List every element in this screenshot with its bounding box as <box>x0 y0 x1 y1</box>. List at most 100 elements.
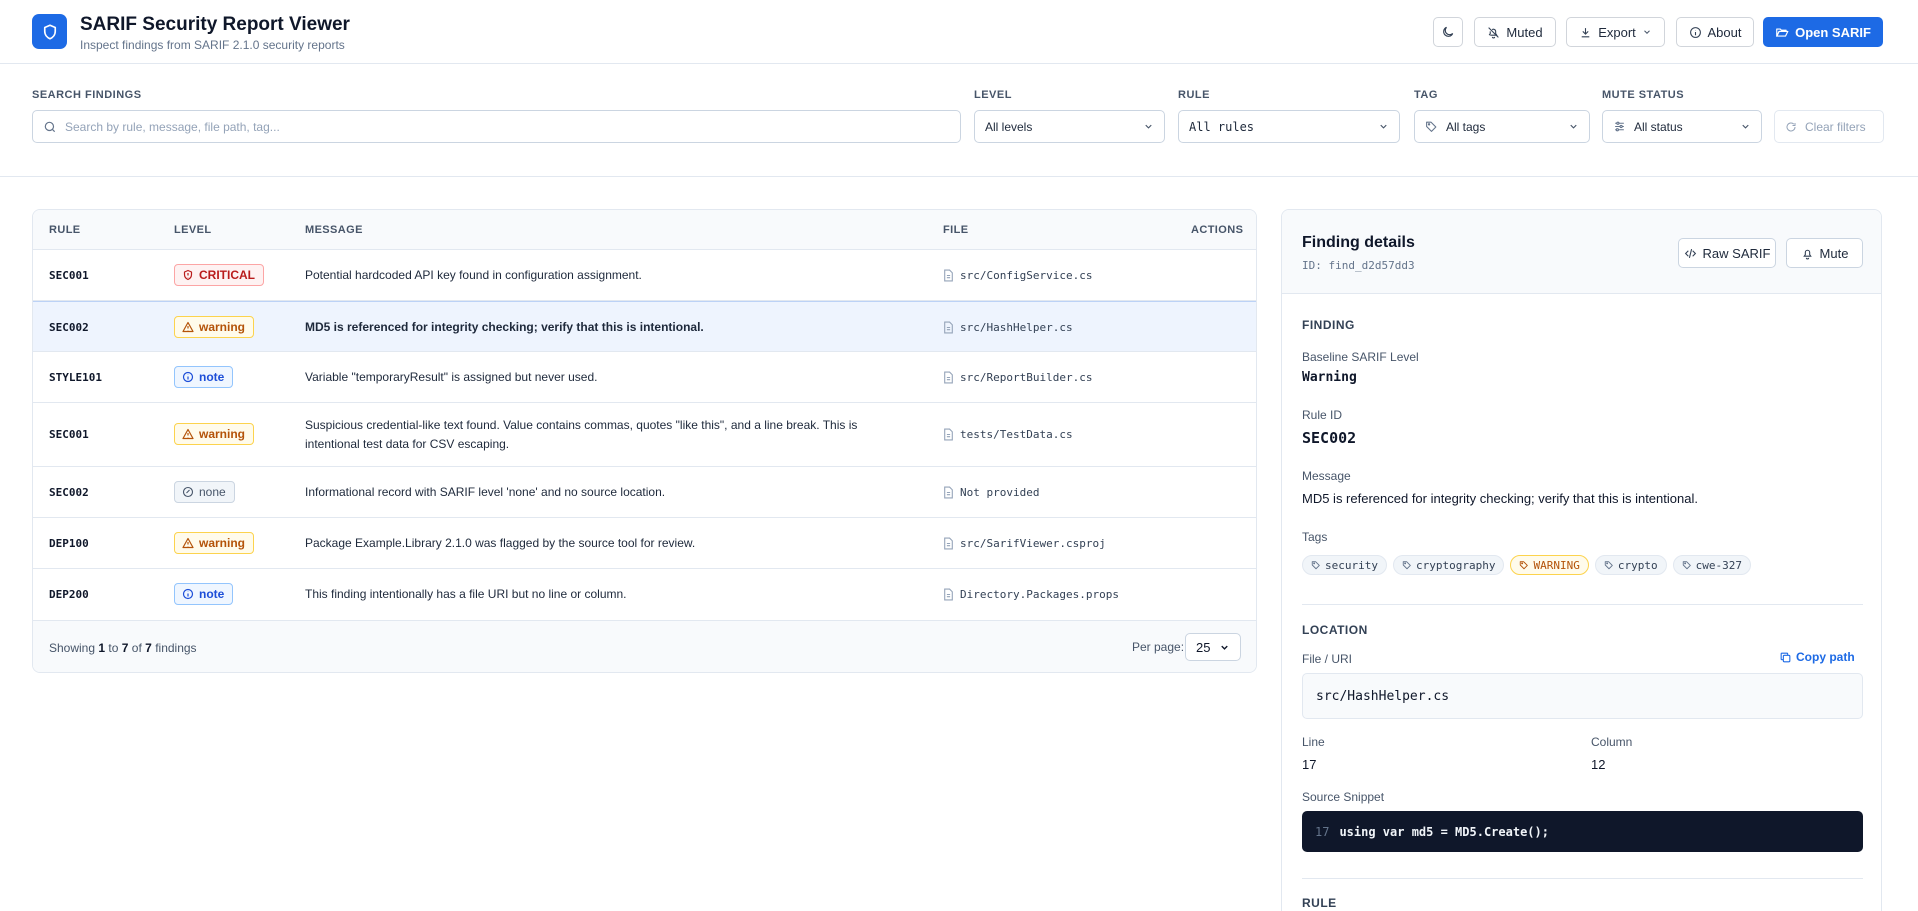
column-value: 12 <box>1591 757 1606 772</box>
file-icon <box>944 486 953 498</box>
theme-toggle-button[interactable] <box>1433 17 1463 47</box>
results-from: 1 <box>98 641 106 655</box>
tag-chip[interactable]: WARNING <box>1510 555 1589 575</box>
about-label: About <box>1707 24 1742 40</box>
file-path: src/ReportBuilder.cs <box>943 352 1092 402</box>
search-label: SEARCH FINDINGS <box>32 89 142 101</box>
rule-section-title: RULE <box>1302 896 1337 910</box>
refresh-icon <box>1786 122 1796 131</box>
tag-chip[interactable]: security <box>1302 555 1387 575</box>
snippet-code: using var md5 = MD5.Create(); <box>1339 824 1549 839</box>
file-path: src/SarifViewer.csproj <box>943 518 1106 568</box>
message-text: Informational record with SARIF level 'n… <box>305 484 666 499</box>
file-uri-value: src/HashHelper.cs <box>1302 673 1863 719</box>
tag-chip[interactable]: crypto <box>1594 555 1667 575</box>
search-input[interactable]: Search by rule, message, file path, tag.… <box>32 110 961 143</box>
section-divider <box>1302 604 1863 605</box>
level-badge: none <box>174 481 235 503</box>
copy-path-label: Copy path <box>1796 650 1855 664</box>
table-row[interactable]: SEC001 warning Suspicious credential-lik… <box>33 403 1256 467</box>
level-filter-value: All levels <box>985 119 1033 134</box>
line-label: Line <box>1302 735 1325 749</box>
mute-filter-select[interactable]: All status <box>1602 110 1762 143</box>
level-badge-label: none <box>199 485 226 499</box>
rule-id: STYLE101 <box>49 370 102 384</box>
file-path: src/ConfigService.cs <box>943 250 1092 300</box>
raw-sarif-button[interactable]: Raw SARIF <box>1678 238 1776 268</box>
location-section-title: LOCATION <box>1302 623 1368 637</box>
chevron-down-icon <box>1643 30 1650 34</box>
tag-chip[interactable]: cwe-327 <box>1672 555 1751 575</box>
search-placeholder: Search by rule, message, file path, tag.… <box>65 119 280 134</box>
column-header-file[interactable]: FILE <box>943 224 968 236</box>
table-row[interactable]: SEC002 none Informational record with SA… <box>33 467 1256 518</box>
baseline-level-value: Warning <box>1302 370 1357 385</box>
column-header-message[interactable]: MESSAGE <box>305 224 363 236</box>
per-page-value: 25 <box>1196 639 1211 655</box>
file-icon <box>944 269 953 281</box>
tag-label: security <box>1325 558 1378 572</box>
tag-label: WARNING <box>1533 558 1580 572</box>
level-badge: warning <box>174 532 255 554</box>
clear-filters-label: Clear filters <box>1805 119 1866 134</box>
results-count: Showing 1 to 7 of 7 findings <box>49 641 197 655</box>
table-row[interactable]: DEP100 warning Package Example.Library 2… <box>33 518 1256 569</box>
level-filter-label: LEVEL <box>974 89 1012 101</box>
code-icon <box>1684 248 1696 258</box>
results-to-word: to <box>108 641 119 655</box>
source-snippet: 17 using var md5 = MD5.Create(); <box>1302 811 1863 852</box>
info-icon <box>182 371 194 383</box>
rule-id: SEC002 <box>49 320 89 334</box>
mute-button[interactable]: Mute <box>1786 238 1863 268</box>
file-path-label: src/HashHelper.cs <box>960 320 1073 334</box>
export-button[interactable]: Export <box>1566 17 1665 47</box>
info-icon <box>182 588 194 600</box>
file-path-label: Directory.Packages.props <box>960 587 1119 601</box>
tag-icon <box>1402 561 1411 570</box>
download-icon <box>1581 27 1590 37</box>
per-page-select[interactable]: 25 <box>1185 633 1241 661</box>
rule-id-label: Rule ID <box>1302 408 1343 422</box>
rule-id: DEP100 <box>49 536 89 550</box>
search-icon <box>44 121 56 132</box>
tag-filter-label: TAG <box>1414 89 1438 101</box>
mute-label: Mute <box>1819 245 1849 261</box>
level-badge-label: warning <box>199 427 246 441</box>
warning-triangle-icon <box>182 537 194 549</box>
tag-icon <box>1426 121 1437 132</box>
rule-filter-label: RULE <box>1178 89 1210 101</box>
raw-sarif-label: Raw SARIF <box>1702 245 1771 261</box>
open-sarif-button[interactable]: Open SARIF <box>1763 17 1883 47</box>
about-button[interactable]: About <box>1676 17 1754 47</box>
sliders-icon <box>1615 121 1624 132</box>
tag-list: security cryptography WARNING crypto cwe… <box>1302 555 1751 575</box>
level-filter-select[interactable]: All levels <box>974 110 1165 143</box>
tag-chip[interactable]: cryptography <box>1392 555 1505 575</box>
table-row[interactable]: STYLE101 note Variable "temporaryResult"… <box>33 352 1256 403</box>
file-path: Directory.Packages.props <box>943 569 1119 619</box>
folder-open-icon <box>1776 28 1789 37</box>
table-row-selected[interactable]: SEC002 warning MD5 is referenced for int… <box>33 301 1256 352</box>
table-row[interactable]: SEC001 CRITICAL Potential hardcoded API … <box>33 250 1256 301</box>
copy-path-button[interactable]: Copy path <box>1779 650 1855 664</box>
mute-filter-value: All status <box>1634 119 1683 134</box>
column-header-level[interactable]: LEVEL <box>174 224 211 236</box>
level-badge: note <box>174 366 234 388</box>
results-suffix: findings <box>155 641 197 655</box>
tag-filter-value: All tags <box>1446 119 1486 134</box>
finding-section-title: FINDING <box>1302 318 1355 332</box>
message-value: MD5 is referenced for integrity checking… <box>1302 491 1698 506</box>
chevron-down-icon <box>1570 124 1577 129</box>
level-badge-label: note <box>199 370 225 384</box>
clear-filters-button[interactable]: Clear filters <box>1774 110 1884 143</box>
rule-filter-select[interactable]: All rules <box>1178 110 1400 143</box>
tag-icon <box>1604 561 1613 570</box>
table-row[interactable]: DEP200 note This finding intentionally h… <box>33 569 1256 620</box>
column-header-rule[interactable]: RULE <box>49 224 81 236</box>
tag-filter-select[interactable]: All tags <box>1414 110 1590 143</box>
file-path-label: src/ReportBuilder.cs <box>960 370 1093 384</box>
level-badge: note <box>174 583 234 605</box>
tag-icon <box>1311 561 1320 570</box>
message-text: Variable "temporaryResult" is assigned b… <box>305 369 598 384</box>
muted-button[interactable]: Muted <box>1474 17 1556 47</box>
